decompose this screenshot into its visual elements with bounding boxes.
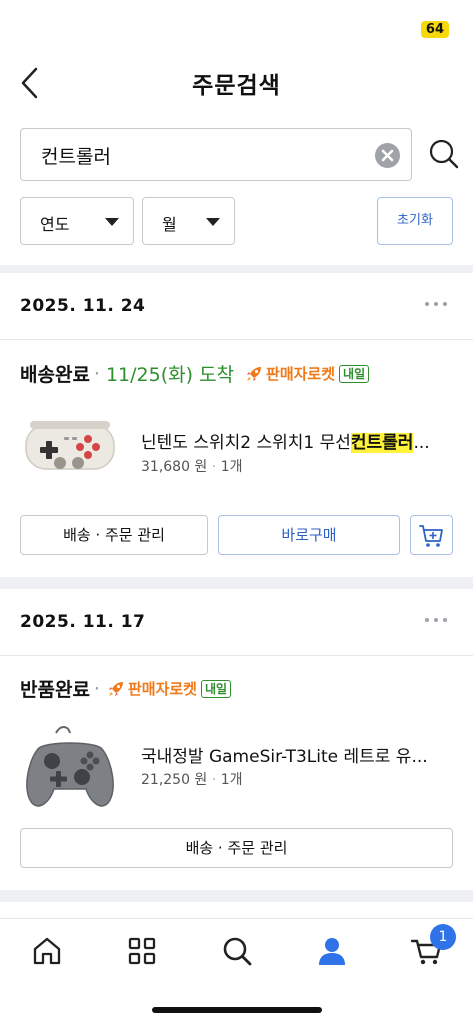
filter-row: 연도 월 초기화 bbox=[20, 197, 453, 245]
product-quantity: 1개 bbox=[220, 772, 243, 788]
order-status-line: 반품완료 · 판매자로켓 내일 bbox=[20, 675, 232, 702]
tomorrow-tag: 내일 bbox=[200, 679, 232, 698]
product-meta: 21,250 원 · 1개 bbox=[141, 769, 242, 789]
rocket-icon bbox=[247, 366, 262, 381]
nav-category[interactable] bbox=[124, 933, 160, 969]
home-icon bbox=[33, 937, 61, 965]
more-icon bbox=[443, 618, 447, 622]
year-dropdown[interactable]: 연도 bbox=[20, 197, 134, 245]
product-thumbnail[interactable] bbox=[20, 721, 120, 811]
category-icon bbox=[128, 937, 156, 965]
nav-search[interactable] bbox=[219, 933, 255, 969]
manage-order-button[interactable]: 배송 · 주문 관리 bbox=[20, 515, 208, 555]
order-status: 반품완료 bbox=[20, 679, 90, 701]
search-button[interactable] bbox=[428, 138, 460, 170]
more-button[interactable] bbox=[425, 609, 447, 629]
more-icon bbox=[434, 618, 438, 622]
meta-separator: · bbox=[211, 459, 217, 475]
search-row bbox=[20, 128, 460, 181]
search-box bbox=[20, 128, 412, 181]
nav-home[interactable] bbox=[29, 933, 65, 969]
cart-add-icon bbox=[419, 525, 443, 547]
order-card: 2025. 11. 17 반품완료 · 판매자로켓 내일 국내정발 GameSi… bbox=[0, 589, 473, 890]
more-icon bbox=[434, 302, 438, 306]
rocket-icon bbox=[108, 681, 123, 696]
divider bbox=[0, 339, 473, 340]
month-dropdown-label: 월 bbox=[162, 215, 177, 234]
reset-button[interactable]: 초기화 bbox=[377, 197, 453, 245]
product-price: 21,250 원 bbox=[141, 772, 208, 788]
clear-search-button[interactable] bbox=[375, 143, 400, 168]
rocket-badge: 판매자로켓 내일 bbox=[106, 678, 232, 699]
clear-icon bbox=[381, 149, 394, 162]
battery-indicator: 64 bbox=[420, 21, 449, 38]
order-card: 2025. 11. 24 배송완료 · 11/25(화) 도착 판매자로켓 내일 bbox=[0, 273, 473, 577]
more-icon bbox=[443, 302, 447, 306]
separator: · bbox=[93, 362, 100, 385]
order-status: 배송완료 bbox=[20, 364, 90, 386]
controller-image bbox=[26, 726, 114, 807]
search-highlight: 컨트롤러 bbox=[350, 433, 414, 453]
order-status-line: 배송완료 · 11/25(화) 도착 판매자로켓 내일 bbox=[20, 360, 370, 387]
section-gap bbox=[0, 890, 473, 902]
status-bar: 64 bbox=[0, 0, 473, 48]
home-indicator bbox=[152, 1007, 322, 1013]
controller-image bbox=[25, 421, 115, 470]
product-quantity: 1개 bbox=[220, 459, 243, 475]
manage-order-button[interactable]: 배송 · 주문 관리 bbox=[20, 828, 453, 868]
add-to-cart-button[interactable] bbox=[410, 515, 453, 555]
rocket-label: 판매자로켓 bbox=[127, 680, 197, 698]
rocket-label: 판매자로켓 bbox=[266, 365, 336, 383]
search-icon bbox=[429, 139, 459, 169]
product-name[interactable]: 국내정발 GameSir-T3Lite 레트로 유... bbox=[141, 742, 453, 767]
divider bbox=[0, 655, 473, 656]
rocket-badge: 판매자로켓 내일 bbox=[244, 363, 370, 384]
product-name-suffix: ... bbox=[413, 433, 430, 453]
caret-down-icon bbox=[105, 218, 119, 226]
section-gap bbox=[0, 265, 473, 273]
person-icon bbox=[319, 938, 345, 965]
order-date: 2025. 11. 24 bbox=[20, 296, 146, 316]
tomorrow-tag: 내일 bbox=[339, 364, 370, 383]
year-dropdown-label: 연도 bbox=[40, 215, 70, 234]
more-icon bbox=[425, 302, 429, 306]
nav-my[interactable] bbox=[314, 933, 350, 969]
product-name[interactable]: 닌텐도 스위치2 스위치1 무선컨트롤러... bbox=[141, 428, 453, 453]
product-meta: 31,680 원 · 1개 bbox=[141, 456, 242, 476]
search-icon bbox=[223, 937, 252, 966]
order-date: 2025. 11. 17 bbox=[20, 612, 146, 632]
month-dropdown[interactable]: 월 bbox=[142, 197, 235, 245]
product-name-prefix: 닌텐도 스위치2 스위치1 무선 bbox=[141, 433, 351, 453]
search-input[interactable] bbox=[41, 139, 361, 171]
separator: · bbox=[93, 677, 100, 700]
meta-separator: · bbox=[211, 772, 217, 788]
product-thumbnail[interactable] bbox=[20, 401, 120, 491]
section-gap bbox=[0, 577, 473, 589]
cart-count-badge: 1 bbox=[430, 924, 456, 950]
header: 주문검색 bbox=[0, 48, 473, 120]
page-title: 주문검색 bbox=[192, 73, 281, 99]
arrival-date: 11/25(화) 도착 bbox=[105, 364, 235, 386]
order-card-partial bbox=[0, 902, 473, 918]
more-button[interactable] bbox=[425, 293, 447, 313]
more-icon bbox=[425, 618, 429, 622]
caret-down-icon bbox=[206, 218, 220, 226]
buy-now-button[interactable]: 바로구매 bbox=[218, 515, 400, 555]
product-price: 31,680 원 bbox=[141, 459, 208, 475]
